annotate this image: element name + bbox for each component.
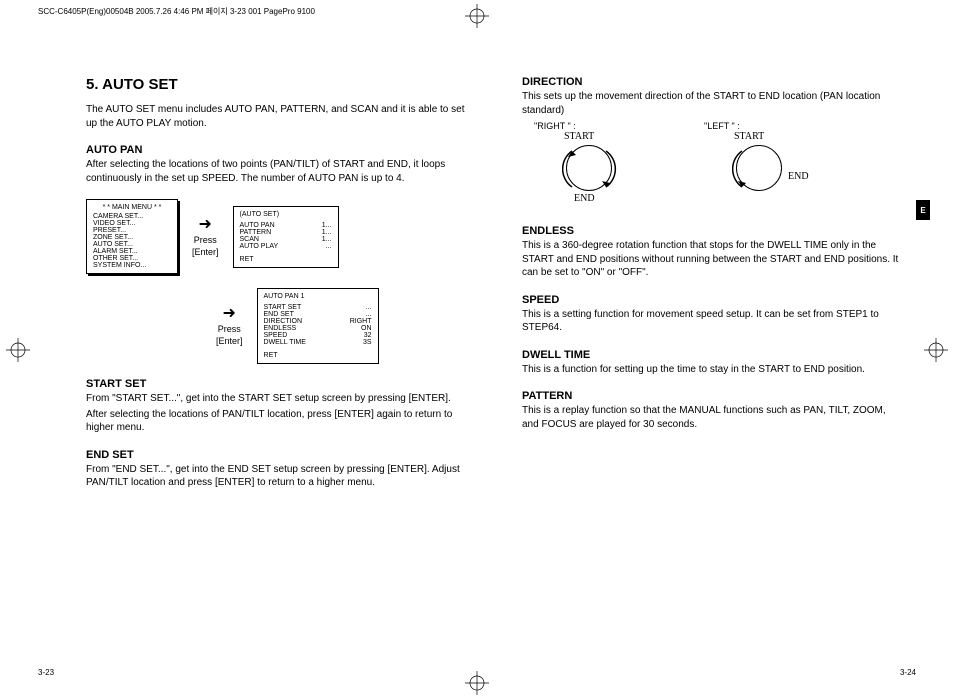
folio-left: 3-23 [38, 668, 54, 677]
menu-row-label: AUTO PAN [240, 222, 275, 229]
right-column: DIRECTION This sets up the movement dire… [522, 76, 902, 649]
section-title: 5. AUTO SET [86, 76, 466, 93]
menu-auto-pan-detail: AUTO PAN 1 START SET... END SET... DIREC… [257, 288, 379, 364]
direction-text: This sets up the movement direction of t… [522, 90, 902, 117]
menu-item: ZONE SET... [93, 234, 171, 241]
menu-row-label: END SET [264, 311, 294, 318]
enter-label: [Enter] [192, 247, 219, 257]
arrow-press-enter: ➜ Press [Enter] [192, 217, 219, 257]
menu-row-label: SCAN [240, 236, 259, 243]
heading-direction: DIRECTION [522, 76, 902, 88]
menu-row-value: ON [361, 325, 372, 332]
menu-row-value: 32 [364, 332, 372, 339]
auto-pan-text: After selecting the locations of two poi… [86, 158, 466, 185]
heading-end-set: END SET [86, 449, 466, 461]
start-set-text: After selecting the locations of PAN/TIL… [86, 408, 466, 435]
heading-dwell-time: DWELL TIME [522, 349, 902, 361]
menu-row-value: ... [366, 304, 372, 311]
menu-item: PRESET... [93, 227, 171, 234]
menu-ret: RET [240, 256, 332, 263]
crop-mark-top [465, 4, 489, 28]
menu-row-value: ... [326, 243, 332, 250]
heading-start-set: START SET [86, 378, 466, 390]
menu-item: OTHER SET... [93, 255, 171, 262]
crop-mark-right [924, 338, 948, 362]
diagram-end-label: END [574, 193, 595, 204]
menu-row-label: SPEED [264, 332, 288, 339]
left-label: "LEFT " : [704, 121, 814, 131]
menu-auto-pan-title: AUTO PAN 1 [264, 293, 372, 300]
dwell-text: This is a function for setting up the ti… [522, 363, 902, 377]
start-set-text: From "START SET...", get into the START … [86, 392, 466, 406]
menu-row-label: ENDLESS [264, 325, 297, 332]
menu-row-value: 3S [363, 339, 372, 346]
heading-speed: SPEED [522, 294, 902, 306]
menu-row-label: START SET [264, 304, 302, 311]
menu-main: * * MAIN MENU * * CAMERA SET... VIDEO SE… [86, 199, 178, 274]
menu-main-title: * * MAIN MENU * * [93, 204, 171, 211]
menu-row-value: 1... [322, 229, 332, 236]
menu-row-label: DWELL TIME [264, 339, 306, 346]
menu-item: CAMERA SET... [93, 213, 171, 220]
menu-item: ALARM SET... [93, 248, 171, 255]
direction-diagram-left: START END [704, 131, 814, 211]
menu-row-label: DIRECTION [264, 318, 303, 325]
press-label: Press [194, 235, 217, 245]
endless-text: This is a 360-degree rotation function t… [522, 239, 902, 280]
pattern-text: This is a replay function so that the MA… [522, 404, 902, 431]
menu-row-label: PATTERN [240, 229, 272, 236]
left-column: 5. AUTO SET The AUTO SET menu includes A… [86, 76, 466, 649]
folio-right: 3-24 [900, 668, 916, 677]
menu-auto-set: (AUTO SET) AUTO PAN 1... PATTERN 1... SCAN… [233, 206, 339, 268]
heading-pattern: PATTERN [522, 390, 902, 402]
enter-label: [Enter] [216, 336, 243, 346]
print-header: SCC-C6405P(Eng)00504B 2005.7.26 4:46 PM … [38, 6, 315, 17]
menu-item: SYSTEM INFO... [93, 262, 171, 269]
menu-row-label: AUTO PLAY [240, 243, 279, 250]
intro-text: The AUTO SET menu includes AUTO PAN, PAT… [86, 103, 466, 130]
menu-row-value: 1... [322, 236, 332, 243]
menu-item: VIDEO SET... [93, 220, 171, 227]
crop-mark-left [6, 338, 30, 362]
menu-auto-set-title: (AUTO SET) [240, 211, 332, 218]
heading-endless: ENDLESS [522, 225, 902, 237]
end-set-text: From "END SET...", get into the END SET … [86, 463, 466, 490]
side-tab: E [916, 200, 930, 220]
direction-diagram-right: START END [534, 131, 644, 211]
speed-text: This is a setting function for movement … [522, 308, 902, 335]
arrow-press-enter: ➜ Press [Enter] [216, 306, 243, 346]
menu-row-value: 1... [322, 222, 332, 229]
menu-row-value: ... [366, 311, 372, 318]
menu-item: AUTO SET... [93, 241, 171, 248]
menu-row-value: RIGHT [350, 318, 372, 325]
press-label: Press [218, 324, 241, 334]
arrow-right-icon: ➜ [199, 217, 212, 233]
arrow-right-icon: ➜ [223, 306, 236, 322]
crop-mark-bottom [465, 671, 489, 695]
diagram-end-label: END [788, 171, 809, 182]
heading-auto-pan: AUTO PAN [86, 144, 466, 156]
menu-ret: RET [264, 352, 372, 359]
right-label: "RIGHT " : [534, 121, 644, 131]
